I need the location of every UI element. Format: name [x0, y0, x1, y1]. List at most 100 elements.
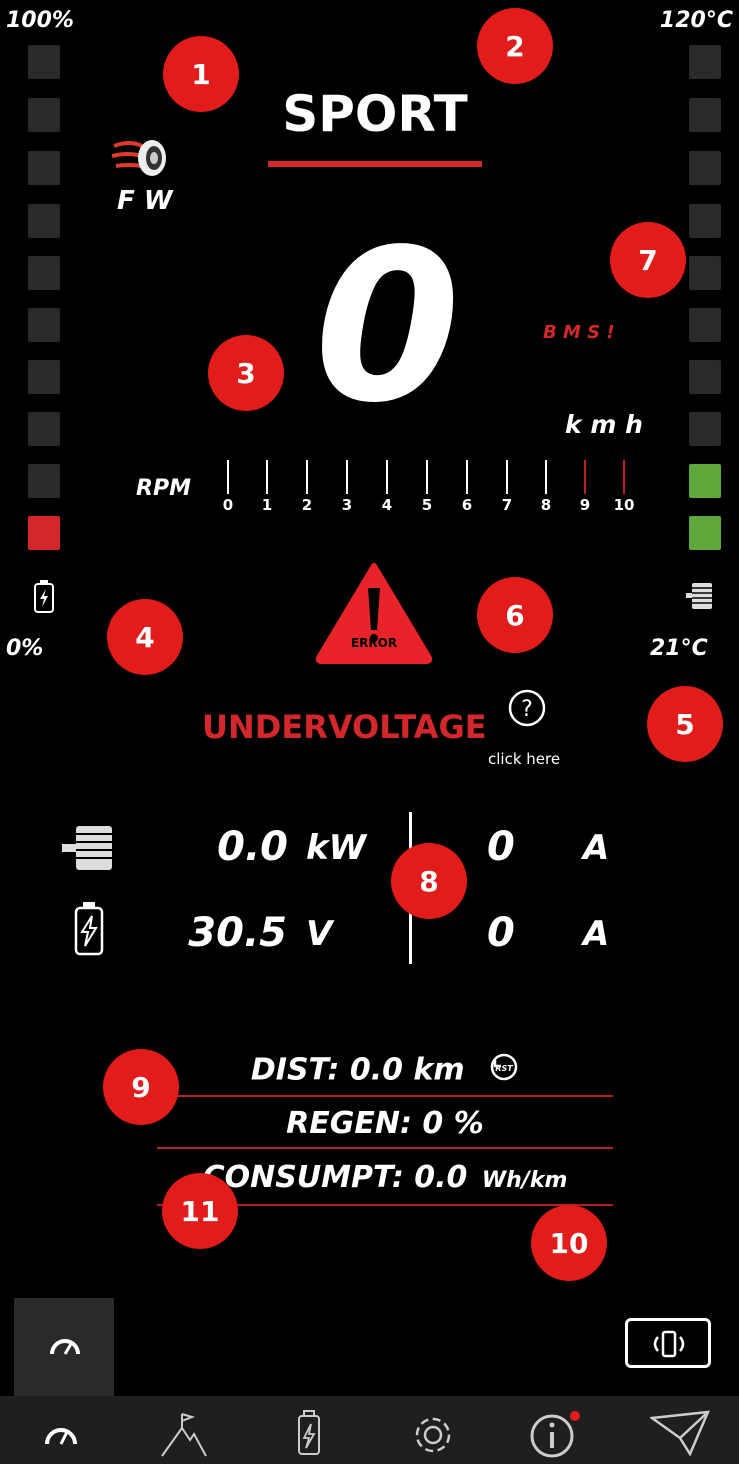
rpm-tick: [346, 460, 348, 494]
tire-icon: [111, 136, 172, 184]
drive-mode-label: F W: [117, 186, 173, 216]
annotation-badge: 8: [391, 843, 467, 919]
error-warning-icon[interactable]: ERROR: [315, 560, 433, 664]
mode-title[interactable]: SPORT: [255, 85, 495, 143]
annotation-badge: 10: [531, 1205, 607, 1281]
distance-stat: DIST: 0.0 km RST: [157, 1052, 613, 1090]
mode-underline: [268, 161, 482, 167]
battery-segment: [28, 98, 60, 132]
help-icon[interactable]: ?: [507, 688, 547, 732]
battery-voltage-icon: [73, 902, 105, 960]
rotate-screen-button[interactable]: [625, 1318, 711, 1368]
battery-segment: [28, 204, 60, 238]
battery-current-unit: A: [583, 914, 610, 954]
bms-warning: B M S !: [543, 322, 615, 343]
rpm-label: RPM: [136, 476, 191, 501]
annotation-badge: 5: [647, 686, 723, 762]
error-message: UNDERVOLTAGE: [202, 708, 487, 746]
motor-temp-icon: [686, 580, 716, 616]
rpm-tick-label: 3: [341, 496, 353, 514]
temp-segment: [689, 412, 721, 446]
rpm-tick: [266, 460, 268, 494]
temp-current-label: 21°C: [650, 636, 708, 661]
bottom-navigation: [0, 1396, 739, 1464]
battery-segment: [28, 45, 60, 79]
svg-text:?: ?: [521, 697, 533, 722]
info-icon[interactable]: [528, 1410, 584, 1462]
rpm-tick: [386, 460, 388, 494]
temp-segment: [689, 256, 721, 290]
battery-voltage-unit: V: [306, 914, 333, 954]
temp-segment: [689, 151, 721, 185]
annotation-badge: 9: [103, 1049, 179, 1125]
error-icon-label: ERROR: [350, 636, 398, 650]
rpm-tick: [506, 460, 508, 494]
battery-segment: [28, 360, 60, 394]
rpm-tick-label: 8: [540, 496, 552, 514]
annotation-badge: 6: [477, 577, 553, 653]
speedometer-icon: [50, 1339, 80, 1355]
temp-segment: [689, 204, 721, 238]
battery-charge-icon[interactable]: [296, 1410, 322, 1460]
rpm-tick-label: 7: [501, 496, 513, 514]
help-link[interactable]: click here: [488, 750, 560, 768]
rpm-tick-label: 4: [381, 496, 393, 514]
temp-segment: [689, 98, 721, 132]
mountain-flag-icon[interactable]: [160, 1412, 208, 1462]
rpm-tick-label: 0: [222, 496, 234, 514]
svg-text:RST: RST: [495, 1064, 513, 1073]
stat-divider: [157, 1095, 613, 1097]
plane-icon[interactable]: [648, 1410, 710, 1460]
speed-unit: k m h: [565, 410, 643, 439]
battery-segment: [28, 308, 60, 342]
annotation-badge: 2: [477, 8, 553, 84]
rpm-tick-redline: [584, 460, 586, 494]
rpm-tick: [426, 460, 428, 494]
motor-current-value: 0: [487, 824, 515, 870]
speedometer-icon[interactable]: [44, 1418, 78, 1452]
rpm-tick: [227, 460, 229, 494]
regen-stat: REGEN: 0 %: [286, 1106, 484, 1141]
battery-voltage-value: 30.5: [188, 910, 287, 956]
motor-current-unit: A: [583, 828, 610, 868]
rpm-tick-label: 6: [461, 496, 473, 514]
battery-segment-lit: [28, 516, 60, 550]
annotation-badge: 4: [107, 599, 183, 675]
motor-power-value: 0.0: [217, 824, 288, 870]
battery-current-value: 0: [487, 910, 515, 956]
motor-icon: [62, 820, 122, 880]
rpm-tick-label: 1: [261, 496, 273, 514]
temp-segment-lit: [689, 516, 721, 550]
motor-power-unit: kW: [306, 828, 367, 868]
rpm-tick-label: 10: [613, 496, 635, 514]
battery-segment: [28, 151, 60, 185]
rpm-tick-label: 2: [301, 496, 313, 514]
temp-segment: [689, 45, 721, 79]
temp-segment-lit: [689, 464, 721, 498]
consumption-text: CONSUMPT: 0.0: [202, 1160, 468, 1195]
battery-min-label: 0%: [6, 636, 44, 661]
battery-max-label: 100%: [6, 8, 74, 33]
dashboard-tab[interactable]: [14, 1298, 114, 1396]
battery-segment: [28, 412, 60, 446]
rotate-icon: [653, 1330, 685, 1358]
battery-icon: [33, 580, 55, 618]
temp-segment: [689, 308, 721, 342]
rpm-tick: [306, 460, 308, 494]
rpm-tick: [466, 460, 468, 494]
rpm-tick-label: 9: [579, 496, 591, 514]
rpm-tick-label: 5: [421, 496, 433, 514]
rpm-tick-redline: [623, 460, 625, 494]
annotation-badge: 11: [162, 1173, 238, 1249]
stat-divider: [157, 1147, 613, 1149]
distance-text: DIST: 0.0 km: [250, 1052, 465, 1088]
annotation-badge: 7: [610, 222, 686, 298]
annotation-badge: 3: [208, 335, 284, 411]
gear-icon[interactable]: [410, 1412, 456, 1462]
annotation-badge: 1: [163, 36, 239, 112]
reset-distance-icon[interactable]: RST: [489, 1052, 519, 1090]
battery-segment: [28, 256, 60, 290]
consumption-unit: Wh/km: [481, 1168, 568, 1193]
speed-value: 0: [314, 204, 461, 449]
rpm-tick: [545, 460, 547, 494]
